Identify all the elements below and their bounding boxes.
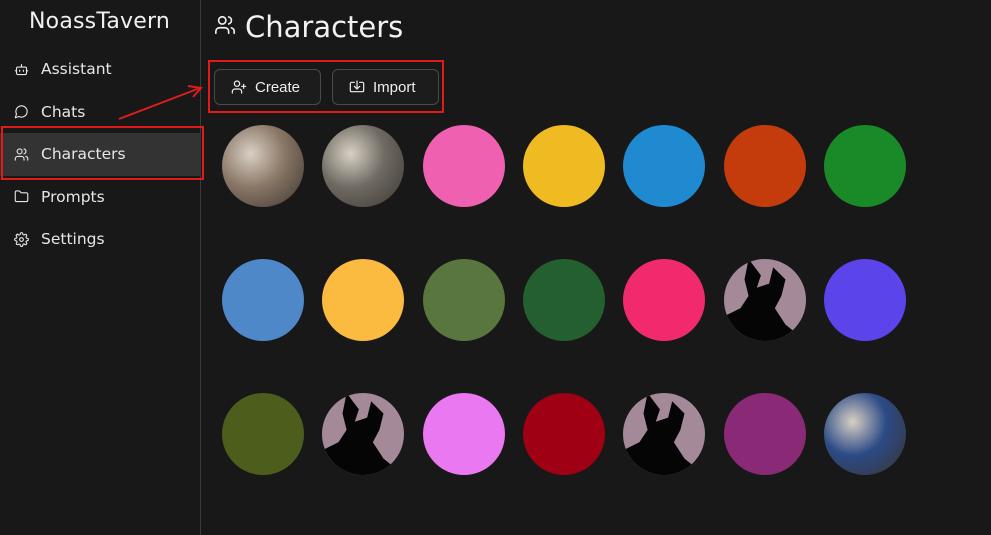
character-card[interactable] [421,393,507,479]
character-card[interactable] [220,259,306,345]
character-card[interactable] [320,125,406,211]
import-button[interactable]: Import [332,69,439,105]
sidebar-item-label: Prompts [41,187,105,206]
character-card[interactable] [822,125,908,211]
page-header: Characters [214,10,403,44]
sidebar-item-label: Chats [41,102,86,121]
character-avatar [222,125,304,207]
character-card[interactable] [722,259,808,345]
character-card[interactable] [320,393,406,479]
character-card[interactable] [822,393,908,479]
character-avatar [522,393,605,475]
sidebar-item-assistant[interactable]: Assistant [0,48,201,91]
character-avatar [823,125,906,207]
main-content: Characters Create Import [202,0,991,535]
chat-bubble-icon [13,104,29,120]
character-avatar [322,259,405,341]
toolbar: Create Import [214,69,439,105]
character-card[interactable] [722,393,808,479]
character-avatar [322,125,405,207]
sidebar-item-label: Characters [41,145,126,164]
character-avatar [422,259,505,341]
sidebar-nav: Assistant Chats Characters Prompts Setti… [0,48,201,261]
character-card[interactable] [521,393,607,479]
character-avatar [222,259,304,341]
character-card[interactable] [421,125,507,211]
users-icon [214,14,236,40]
sidebar-item-label: Settings [41,230,105,249]
character-avatar [823,259,906,341]
character-avatar [422,393,505,475]
sidebar-item-chats[interactable]: Chats [0,91,201,134]
folder-icon [13,189,29,205]
character-card[interactable] [421,259,507,345]
character-card[interactable] [621,259,707,345]
bot-icon [13,61,29,77]
character-avatar [823,393,906,475]
character-avatar [723,125,806,207]
character-avatar [422,125,505,207]
character-avatar [322,393,405,475]
import-icon [349,79,365,95]
page-title: Characters [245,10,404,44]
character-card[interactable] [621,125,707,211]
character-card[interactable] [320,259,406,345]
character-avatar [623,259,706,341]
gear-icon [13,231,29,247]
character-avatar [222,393,304,475]
sidebar-item-characters[interactable]: Characters [0,133,201,176]
character-card[interactable] [621,393,707,479]
sidebar: NoassTavern Assistant Chats Characters P… [0,0,201,535]
character-card[interactable] [521,259,607,345]
character-avatar [623,125,706,207]
character-avatar [522,259,605,341]
character-avatar [723,393,806,475]
sidebar-item-label: Assistant [41,60,112,79]
character-avatar [522,125,605,207]
character-card[interactable] [722,125,808,211]
import-button-label: Import [373,78,416,96]
character-card[interactable] [220,393,306,479]
character-card[interactable] [822,259,908,345]
character-avatar [723,259,806,341]
character-card[interactable] [521,125,607,211]
sidebar-item-prompts[interactable]: Prompts [0,176,201,219]
users-icon [13,146,29,162]
sidebar-item-settings[interactable]: Settings [0,218,201,261]
app-title: NoassTavern [29,9,170,34]
character-card[interactable] [220,125,306,211]
user-plus-icon [231,79,247,95]
create-button-label: Create [255,78,301,96]
create-button[interactable]: Create [214,69,321,105]
character-avatar [623,393,706,475]
